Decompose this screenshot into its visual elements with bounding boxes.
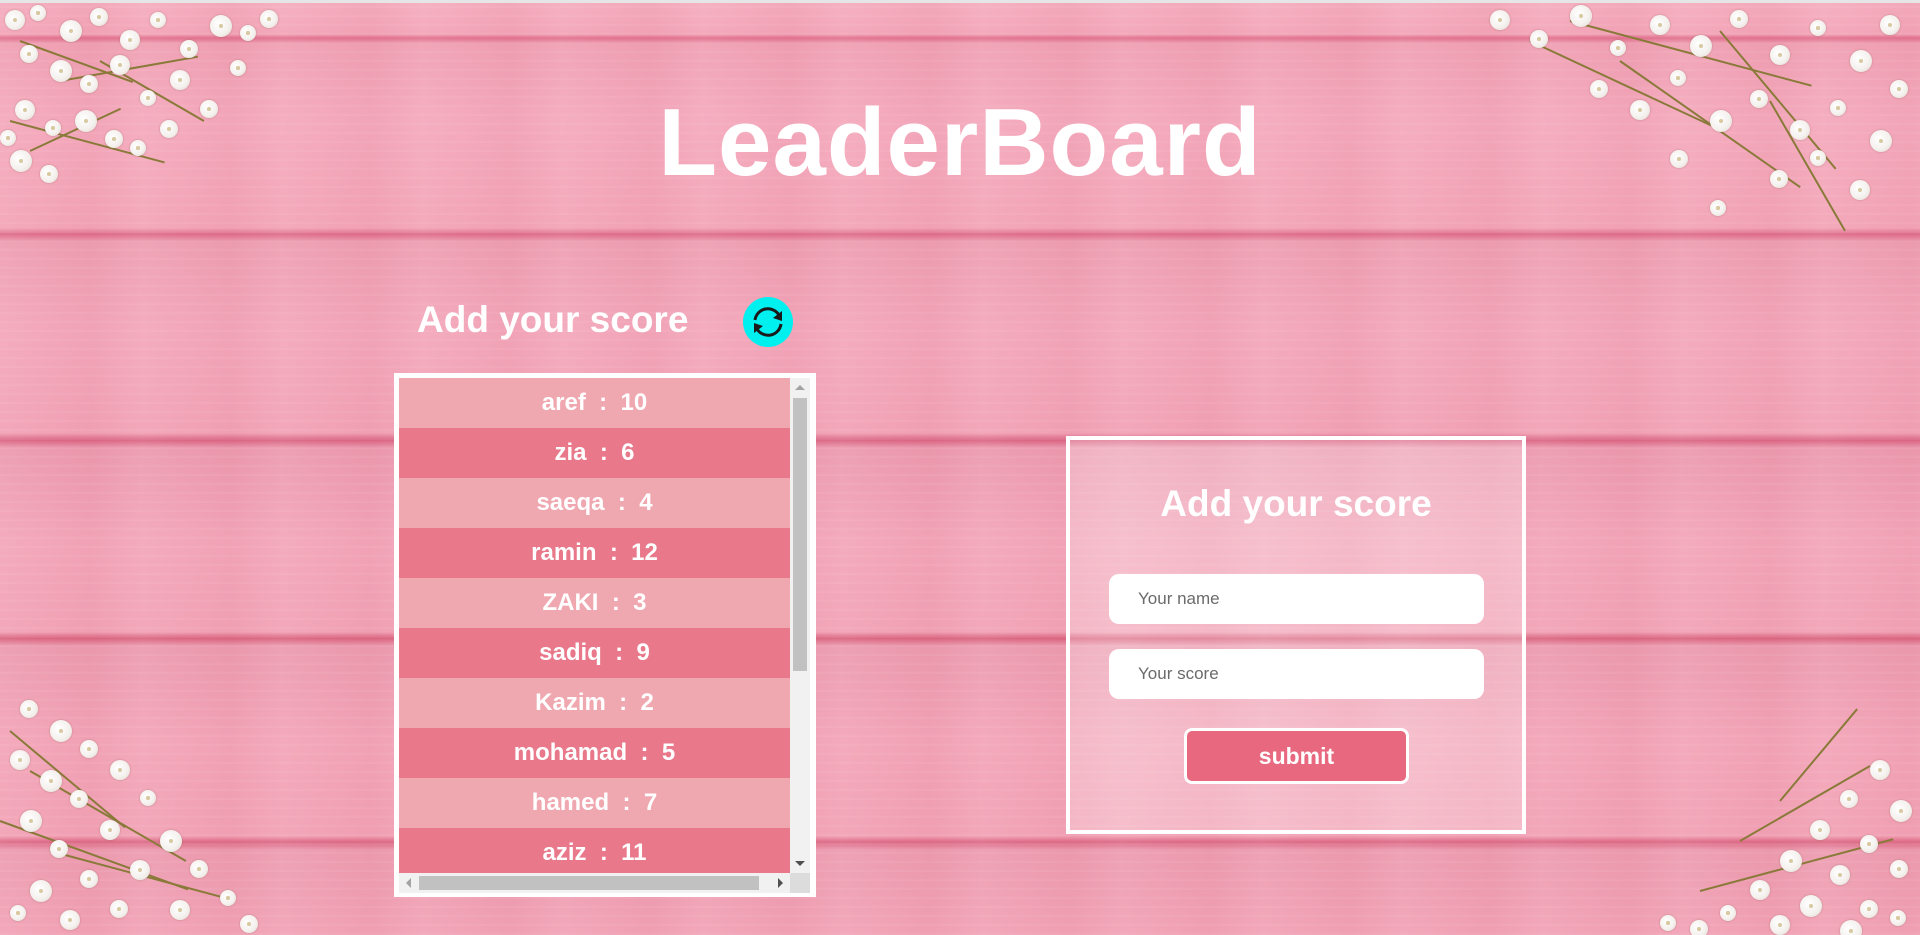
flower-decoration-bottom-left [0,690,280,935]
score-value: 5 [661,739,676,766]
score-separator: : [604,489,640,516]
score-row: Kazim : 2 [399,678,790,728]
score-row: saeqa : 4 [399,478,790,528]
score-separator: : [598,589,634,616]
refresh-button[interactable] [743,297,793,347]
score-input[interactable] [1109,649,1484,699]
score-name: ramin [531,539,597,566]
score-name: aziz [542,839,587,866]
scroll-left-arrow-icon[interactable] [406,878,411,888]
score-row: aref : 10 [399,378,790,428]
scroll-up-arrow-icon[interactable] [795,385,805,390]
score-separator: : [609,789,644,816]
score-value: 6 [621,439,635,466]
scrollbar-corner [790,873,810,893]
score-value: 2 [640,689,654,716]
scores-heading: Add your score [417,299,689,340]
flower-decoration-bottom-right [1640,708,1920,935]
score-value: 3 [633,589,647,616]
score-name: hamed [531,789,610,816]
score-row: hamed : 7 [399,778,790,828]
score-separator: : [586,839,622,866]
refresh-icon [753,307,783,337]
score-name: sadiq [539,639,602,666]
add-score-form: Add your score submit [1066,436,1526,834]
score-name: ZAKI [542,589,599,616]
score-value: 11 [621,839,647,866]
score-name: aref [541,389,586,416]
score-value: 4 [639,489,653,516]
name-input[interactable] [1109,574,1484,624]
score-value: 9 [636,639,650,666]
score-row: ramin : 12 [399,528,790,578]
score-row: sadiq : 9 [399,628,790,678]
score-value: 10 [620,389,648,416]
form-heading: Add your score [1160,483,1432,524]
score-value: 7 [643,789,658,816]
score-row: ZAKI : 3 [399,578,790,628]
horizontal-scrollbar[interactable] [399,873,790,893]
score-separator: : [627,739,662,766]
score-row: zia : 6 [399,428,790,478]
horizontal-scroll-thumb[interactable] [419,876,759,890]
score-name: mohamad [513,739,628,766]
score-separator: : [585,389,621,416]
vertical-scrollbar[interactable] [790,378,810,873]
score-value: 12 [631,539,658,566]
score-separator: : [601,639,637,666]
scores-list[interactable]: aref : 10 zia : 6 saeqa : 4 ramin : 12 ZAKI … [399,378,790,873]
scroll-right-arrow-icon[interactable] [778,878,783,888]
scroll-down-arrow-icon[interactable] [795,861,805,866]
score-name: Kazim [535,689,606,716]
score-name: saeqa [536,489,605,516]
scores-list-panel: aref : 10 zia : 6 saeqa : 4 ramin : 12 ZAKI … [394,373,816,897]
page-title: LeaderBoard [658,89,1262,196]
score-separator: : [586,439,622,466]
score-row: aziz : 11 [399,828,790,873]
score-separator: : [596,539,632,566]
score-row: mohamad : 5 [399,728,790,778]
score-name: zia [554,439,587,466]
submit-button[interactable]: submit [1184,728,1409,784]
score-separator: : [605,689,641,716]
vertical-scroll-thumb[interactable] [793,398,807,671]
